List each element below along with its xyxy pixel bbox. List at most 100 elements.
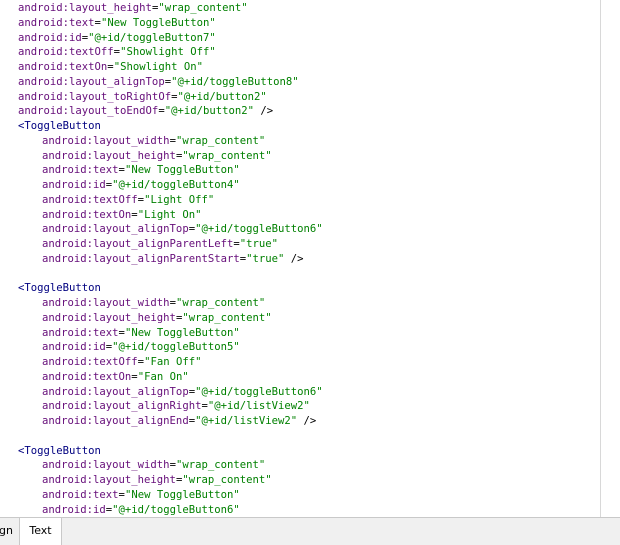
xml-attribute-value: "wrap_content": [175, 134, 266, 147]
xml-attribute-name: android:textOff: [42, 193, 138, 206]
code-line: <ToggleButton: [0, 119, 600, 134]
code-line: android:text="New ToggleButton": [0, 326, 600, 341]
xml-attribute-name: android:layout_width: [42, 134, 170, 147]
xml-tag-open: <ToggleButton: [18, 444, 101, 457]
xml-attribute-name: android:layout_width: [42, 297, 170, 309]
xml-attribute-name: android:text: [42, 164, 119, 177]
xml-attribute-value: "Light Off": [144, 193, 215, 206]
code-line: android:textOff="Fan Off": [0, 355, 600, 370]
code-lines: android:layout_height="wrap_content" andr…: [0, 1, 600, 517]
xml-attribute-name: android:layout_toEndOf: [18, 105, 159, 118]
code-line: android:layout_toRightOf="@+id/button2": [0, 90, 600, 105]
code-line: android:layout_height="wrap_content": [0, 1, 600, 16]
xml-attribute-name: android:textOn: [42, 370, 132, 383]
xml-attribute-name: android:layout_alignRight: [42, 400, 202, 413]
xml-attribute-name: android:layout_alignParentStart: [42, 252, 240, 265]
xml-attribute-name: android:id: [42, 503, 106, 516]
code-line: android:layout_toEndOf="@+id/button2" />: [0, 104, 600, 119]
code-line: android:layout_height="wrap_content": [0, 473, 600, 488]
xml-attribute-value: "wrap_content": [182, 149, 272, 162]
xml-attribute-name: android:text: [42, 488, 119, 501]
code-line: android:id="@+id/toggleButton4": [0, 178, 600, 193]
xml-attribute-value: "@+id/toggleButton7": [88, 31, 216, 44]
xml-attribute-value: "New ToggleButton": [124, 326, 240, 339]
code-line: android:textOn="Fan On": [0, 370, 600, 385]
editor-right-gutter: [600, 0, 620, 517]
xml-attribute-value: "Showlight On": [113, 61, 203, 73]
xml-attribute-value: "@+id/listView2": [207, 400, 310, 413]
xml-attribute-name: android:layout_alignTop: [42, 385, 189, 398]
code-line: android:textOff="Showlight Off": [0, 45, 600, 60]
xml-attribute-value: "wrap_content": [175, 459, 266, 472]
code-line: android:layout_alignEnd="@+id/listView2"…: [0, 414, 600, 429]
code-line: android:layout_alignTop="@+id/toggleButt…: [0, 385, 600, 400]
xml-attribute-value: "@+id/button2": [177, 90, 267, 103]
xml-attribute-value: "@+id/toggleButton4": [112, 179, 240, 191]
code-line: android:text="New ToggleButton": [0, 488, 600, 503]
code-line: <ToggleButton: [0, 281, 600, 296]
xml-attribute-value: "wrap_content": [158, 2, 248, 14]
xml-attribute-value: "@+id/toggleButton6": [195, 223, 323, 236]
xml-attribute-value: "@+id/toggleButton8": [171, 75, 299, 88]
tag-close: />: [254, 105, 274, 118]
tab-text[interactable]: Text: [20, 518, 62, 545]
code-line: android:layout_width="wrap_content": [0, 134, 600, 149]
xml-attribute-value: "wrap_content": [175, 297, 266, 309]
code-editor[interactable]: android:layout_height="wrap_content" andr…: [0, 0, 600, 517]
xml-attribute-value: "New ToggleButton": [124, 164, 240, 177]
xml-attribute-value: "true": [239, 238, 279, 250]
xml-attribute-name: android:id: [18, 31, 82, 44]
xml-attribute-name: android:layout_height: [42, 474, 176, 486]
tag-close: />: [297, 415, 317, 427]
tab-design[interactable]: gn: [0, 518, 20, 545]
xml-tag-open: <ToggleButton: [18, 120, 101, 132]
xml-attribute-name: android:layout_alignEnd: [42, 415, 189, 427]
code-line: android:layout_height="wrap_content": [0, 149, 600, 164]
xml-attribute-value: "Showlight Off": [120, 46, 216, 59]
xml-attribute-name: android:textOff: [42, 356, 138, 368]
xml-attribute-name: android:layout_toRightOf: [18, 90, 172, 103]
code-line: android:layout_height="wrap_content": [0, 311, 600, 326]
xml-attribute-value: "@+id/listView2": [195, 415, 298, 427]
xml-attribute-name: android:id: [42, 341, 106, 354]
code-line: android:layout_width="wrap_content": [0, 296, 600, 311]
xml-attribute-value: "wrap_content": [182, 474, 272, 486]
xml-attribute-name: android:textOff: [18, 46, 114, 59]
xml-attribute-name: android:layout_height: [42, 149, 176, 162]
code-line: android:layout_alignTop="@+id/toggleButt…: [0, 222, 600, 237]
xml-attribute-name: android:id: [42, 179, 106, 191]
code-line: android:layout_alignRight="@+id/listView…: [0, 399, 600, 414]
xml-attribute-name: android:layout_height: [42, 311, 176, 324]
code-line: android:layout_alignTop="@+id/toggleButt…: [0, 75, 600, 90]
xml-attribute-value: "New ToggleButton": [100, 16, 216, 29]
code-line: android:id="@+id/toggleButton5": [0, 340, 600, 355]
xml-attribute-value: "@+id/button2": [164, 105, 255, 118]
xml-attribute-name: android:layout_alignParentLeft: [42, 238, 234, 250]
xml-attribute-name: android:layout_width: [42, 459, 170, 472]
code-line: android:layout_alignParentLeft="true": [0, 237, 600, 252]
xml-tag-open: <ToggleButton: [18, 282, 101, 295]
code-line: android:layout_width="wrap_content": [0, 458, 600, 473]
code-line: android:textOn="Light On": [0, 208, 600, 223]
code-line: android:id="@+id/toggleButton7": [0, 31, 600, 46]
xml-attribute-name: android:layout_height: [18, 2, 152, 14]
xml-attribute-name: android:layout_alignTop: [18, 75, 165, 88]
editor-mode-tabs: gn Text: [0, 517, 620, 545]
tag-close: />: [284, 252, 304, 265]
xml-attribute-value: "Fan Off": [144, 356, 202, 368]
xml-attribute-value: "@+id/toggleButton6": [195, 385, 323, 398]
code-line: android:text="New ToggleButton": [0, 163, 600, 178]
xml-attribute-name: android:textOn: [42, 208, 132, 221]
xml-attribute-name: android:text: [42, 326, 119, 339]
code-line: android:id="@+id/toggleButton6": [0, 503, 600, 518]
xml-attribute-value: "Fan On": [137, 370, 189, 383]
code-line: android:textOff="Light Off": [0, 193, 600, 208]
xml-attribute-name: android:text: [18, 16, 95, 29]
code-line: android:layout_alignParentStart="true" /…: [0, 252, 600, 267]
xml-attribute-value: "Light On": [137, 208, 202, 221]
code-line: android:textOn="Showlight On": [0, 60, 600, 75]
xml-attribute-name: android:textOn: [18, 61, 108, 73]
code-line: <ToggleButton: [0, 444, 600, 459]
xml-attribute-value: "New ToggleButton": [124, 488, 240, 501]
